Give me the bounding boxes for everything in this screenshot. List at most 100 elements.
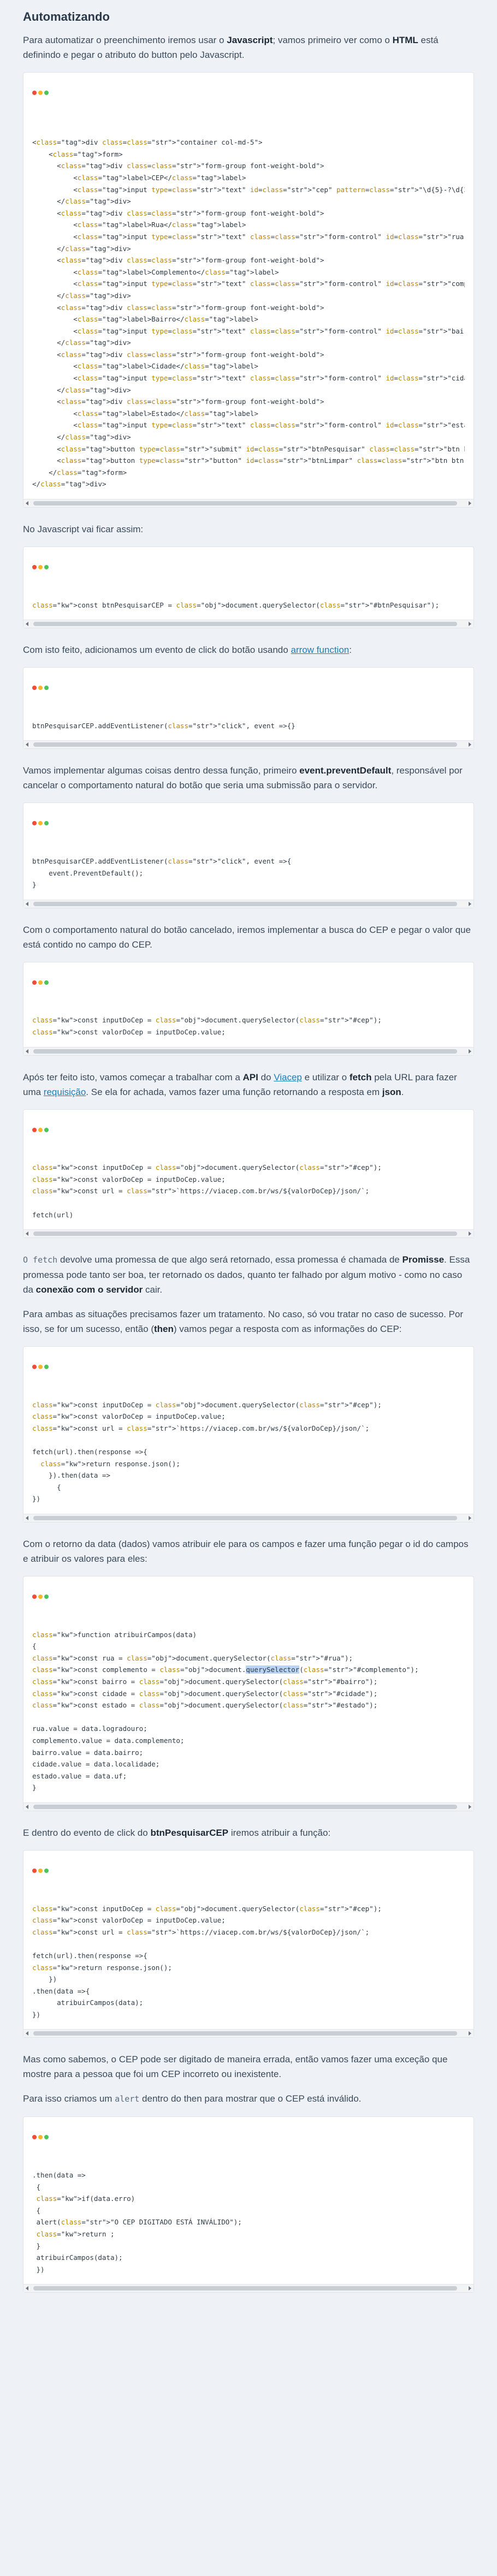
inline-code: alert — [115, 2094, 140, 2104]
text: iremos atribuir a função: — [228, 1827, 331, 1838]
code-block-queryselector: class="kw">const btnPesquisarCEP = class… — [23, 546, 474, 629]
window-dots — [32, 2132, 50, 2142]
scroll-left-icon[interactable] — [26, 1516, 28, 1521]
horizontal-scrollbar[interactable] — [23, 2284, 474, 2293]
scrollbar-thumb[interactable] — [33, 1804, 457, 1809]
code-line: class="kw">const valorDoCep = inputDoCep… — [32, 1412, 226, 1421]
scroll-left-icon[interactable] — [26, 742, 28, 747]
scrollbar-thumb[interactable] — [33, 622, 457, 627]
code-line: fetch(url) — [32, 1210, 74, 1219]
scrollbar-thumb[interactable] — [33, 1232, 457, 1236]
code-line: class="kw">const bairro = class="obj">do… — [32, 1677, 378, 1686]
scroll-right-icon[interactable] — [469, 742, 471, 747]
horizontal-scrollbar[interactable] — [23, 1514, 474, 1522]
code-line: <class="tag">div class=class="str">"form… — [32, 350, 324, 359]
paragraph-intro: Para automatizar o preenchimento iremos … — [23, 33, 474, 62]
scroll-left-icon[interactable] — [26, 2286, 28, 2291]
scroll-right-icon[interactable] — [469, 501, 471, 505]
scroll-left-icon[interactable] — [26, 1049, 28, 1054]
scroll-left-icon[interactable] — [26, 901, 28, 906]
code-content: class="kw">function atribuirCampos(data)… — [32, 1594, 465, 1802]
red-dot-icon — [32, 1365, 37, 1370]
paragraph-prevent: Vamos implementar algumas coisas dentro … — [23, 763, 474, 793]
code-line: class="kw">const estado = class="obj">do… — [32, 1701, 378, 1710]
arrow-function-link[interactable]: arrow function — [291, 645, 349, 655]
code-line: } — [32, 881, 37, 889]
code-line: <class="tag">input type=class="str">"tex… — [32, 232, 465, 241]
scroll-right-icon[interactable] — [469, 2286, 471, 2291]
code-line: } — [32, 1783, 37, 1792]
window-dots — [32, 562, 50, 572]
scrollbar-thumb[interactable] — [33, 2031, 457, 2036]
code-line: <class="tag">label>Cidade</class="tag">l… — [32, 362, 258, 371]
horizontal-scrollbar[interactable] — [23, 499, 474, 507]
horizontal-scrollbar[interactable] — [23, 620, 474, 628]
yellow-dot-icon — [38, 686, 43, 691]
code-line: <class="tag">label>CEP</class="tag">labe… — [32, 173, 246, 182]
text: do — [258, 1072, 274, 1082]
horizontal-scrollbar[interactable] — [23, 1802, 474, 1811]
scroll-right-icon[interactable] — [469, 901, 471, 906]
code-line: </class="tag">div> — [32, 197, 131, 206]
requisicao-link[interactable]: requisição — [44, 1087, 86, 1097]
code-line: <class="tag">input type=class="str">"tex… — [32, 374, 465, 383]
text: Vamos implementar algumas coisas dentro … — [23, 765, 300, 776]
paragraph-then: Para ambas as situações precisamos fazer… — [23, 1307, 474, 1336]
code-line: btnPesquisarCEP.addEventListener(class="… — [32, 721, 295, 730]
window-dots — [32, 818, 50, 828]
code-line: { — [32, 1642, 37, 1651]
scrollbar-thumb[interactable] — [33, 1049, 457, 1054]
code-line: } — [32, 2241, 41, 2250]
code-line: class="kw">if(data.erro) — [36, 2194, 135, 2203]
scroll-left-icon[interactable] — [26, 622, 28, 627]
text: e utilizar o — [301, 1072, 350, 1082]
horizontal-scrollbar[interactable] — [23, 740, 474, 749]
scroll-right-icon[interactable] — [469, 1804, 471, 1809]
scroll-left-icon[interactable] — [26, 1232, 28, 1236]
code-line: }) — [32, 2265, 45, 2274]
scrollbar-thumb[interactable] — [33, 901, 457, 906]
code-line: <class="tag">div class=class="str">"form… — [32, 256, 324, 265]
horizontal-scrollbar[interactable] — [23, 1229, 474, 1238]
bold-text: HTML — [392, 35, 418, 45]
red-dot-icon — [32, 1595, 37, 1599]
scrollbar-thumb[interactable] — [33, 1516, 457, 1521]
scroll-right-icon[interactable] — [469, 1232, 471, 1236]
scroll-left-icon[interactable] — [26, 501, 28, 505]
code-line: class="kw">return ; — [36, 2230, 115, 2239]
horizontal-scrollbar[interactable] — [23, 1046, 474, 1055]
scroll-right-icon[interactable] — [469, 1049, 471, 1054]
scroll-left-icon[interactable] — [26, 2031, 28, 2036]
code-line: cidade.value = data.localidade; — [32, 1760, 160, 1769]
scroll-right-icon[interactable] — [469, 1516, 471, 1521]
code-line: class="kw">const valorDoCep = inputDoCep… — [32, 1175, 226, 1183]
code-line: <class="tag">input type=class="str">"tex… — [32, 326, 465, 335]
scroll-right-icon[interactable] — [469, 622, 471, 627]
scrollbar-thumb[interactable] — [33, 2286, 457, 2291]
scroll-left-icon[interactable] — [26, 1804, 28, 1809]
code-line: fetch(url).then(response =>{ — [32, 1951, 147, 1960]
red-dot-icon — [32, 2135, 37, 2140]
code-line: <class="tag">label>Rua</class="tag">labe… — [32, 221, 246, 229]
window-dots — [32, 683, 50, 693]
horizontal-scrollbar[interactable] — [23, 899, 474, 908]
green-dot-icon — [44, 2135, 49, 2140]
scrollbar-thumb[interactable] — [33, 742, 457, 747]
scroll-right-icon[interactable] — [469, 2031, 471, 2036]
code-line: </class="tag">div> — [32, 338, 131, 347]
horizontal-scrollbar[interactable] — [23, 2029, 474, 2038]
yellow-dot-icon — [38, 1595, 43, 1599]
viacep-link[interactable]: Viacep — [274, 1072, 302, 1082]
code-line: <class="tag">button type=class="str">"su… — [32, 444, 465, 453]
green-dot-icon — [44, 1868, 49, 1873]
scrollbar-thumb[interactable] — [33, 501, 457, 505]
code-line: alert(class="str">"O CEP DIGITADO ESTÁ I… — [32, 2218, 242, 2227]
code-line: <class="tag">input type=class="str">"tex… — [32, 279, 465, 288]
red-dot-icon — [32, 91, 37, 95]
